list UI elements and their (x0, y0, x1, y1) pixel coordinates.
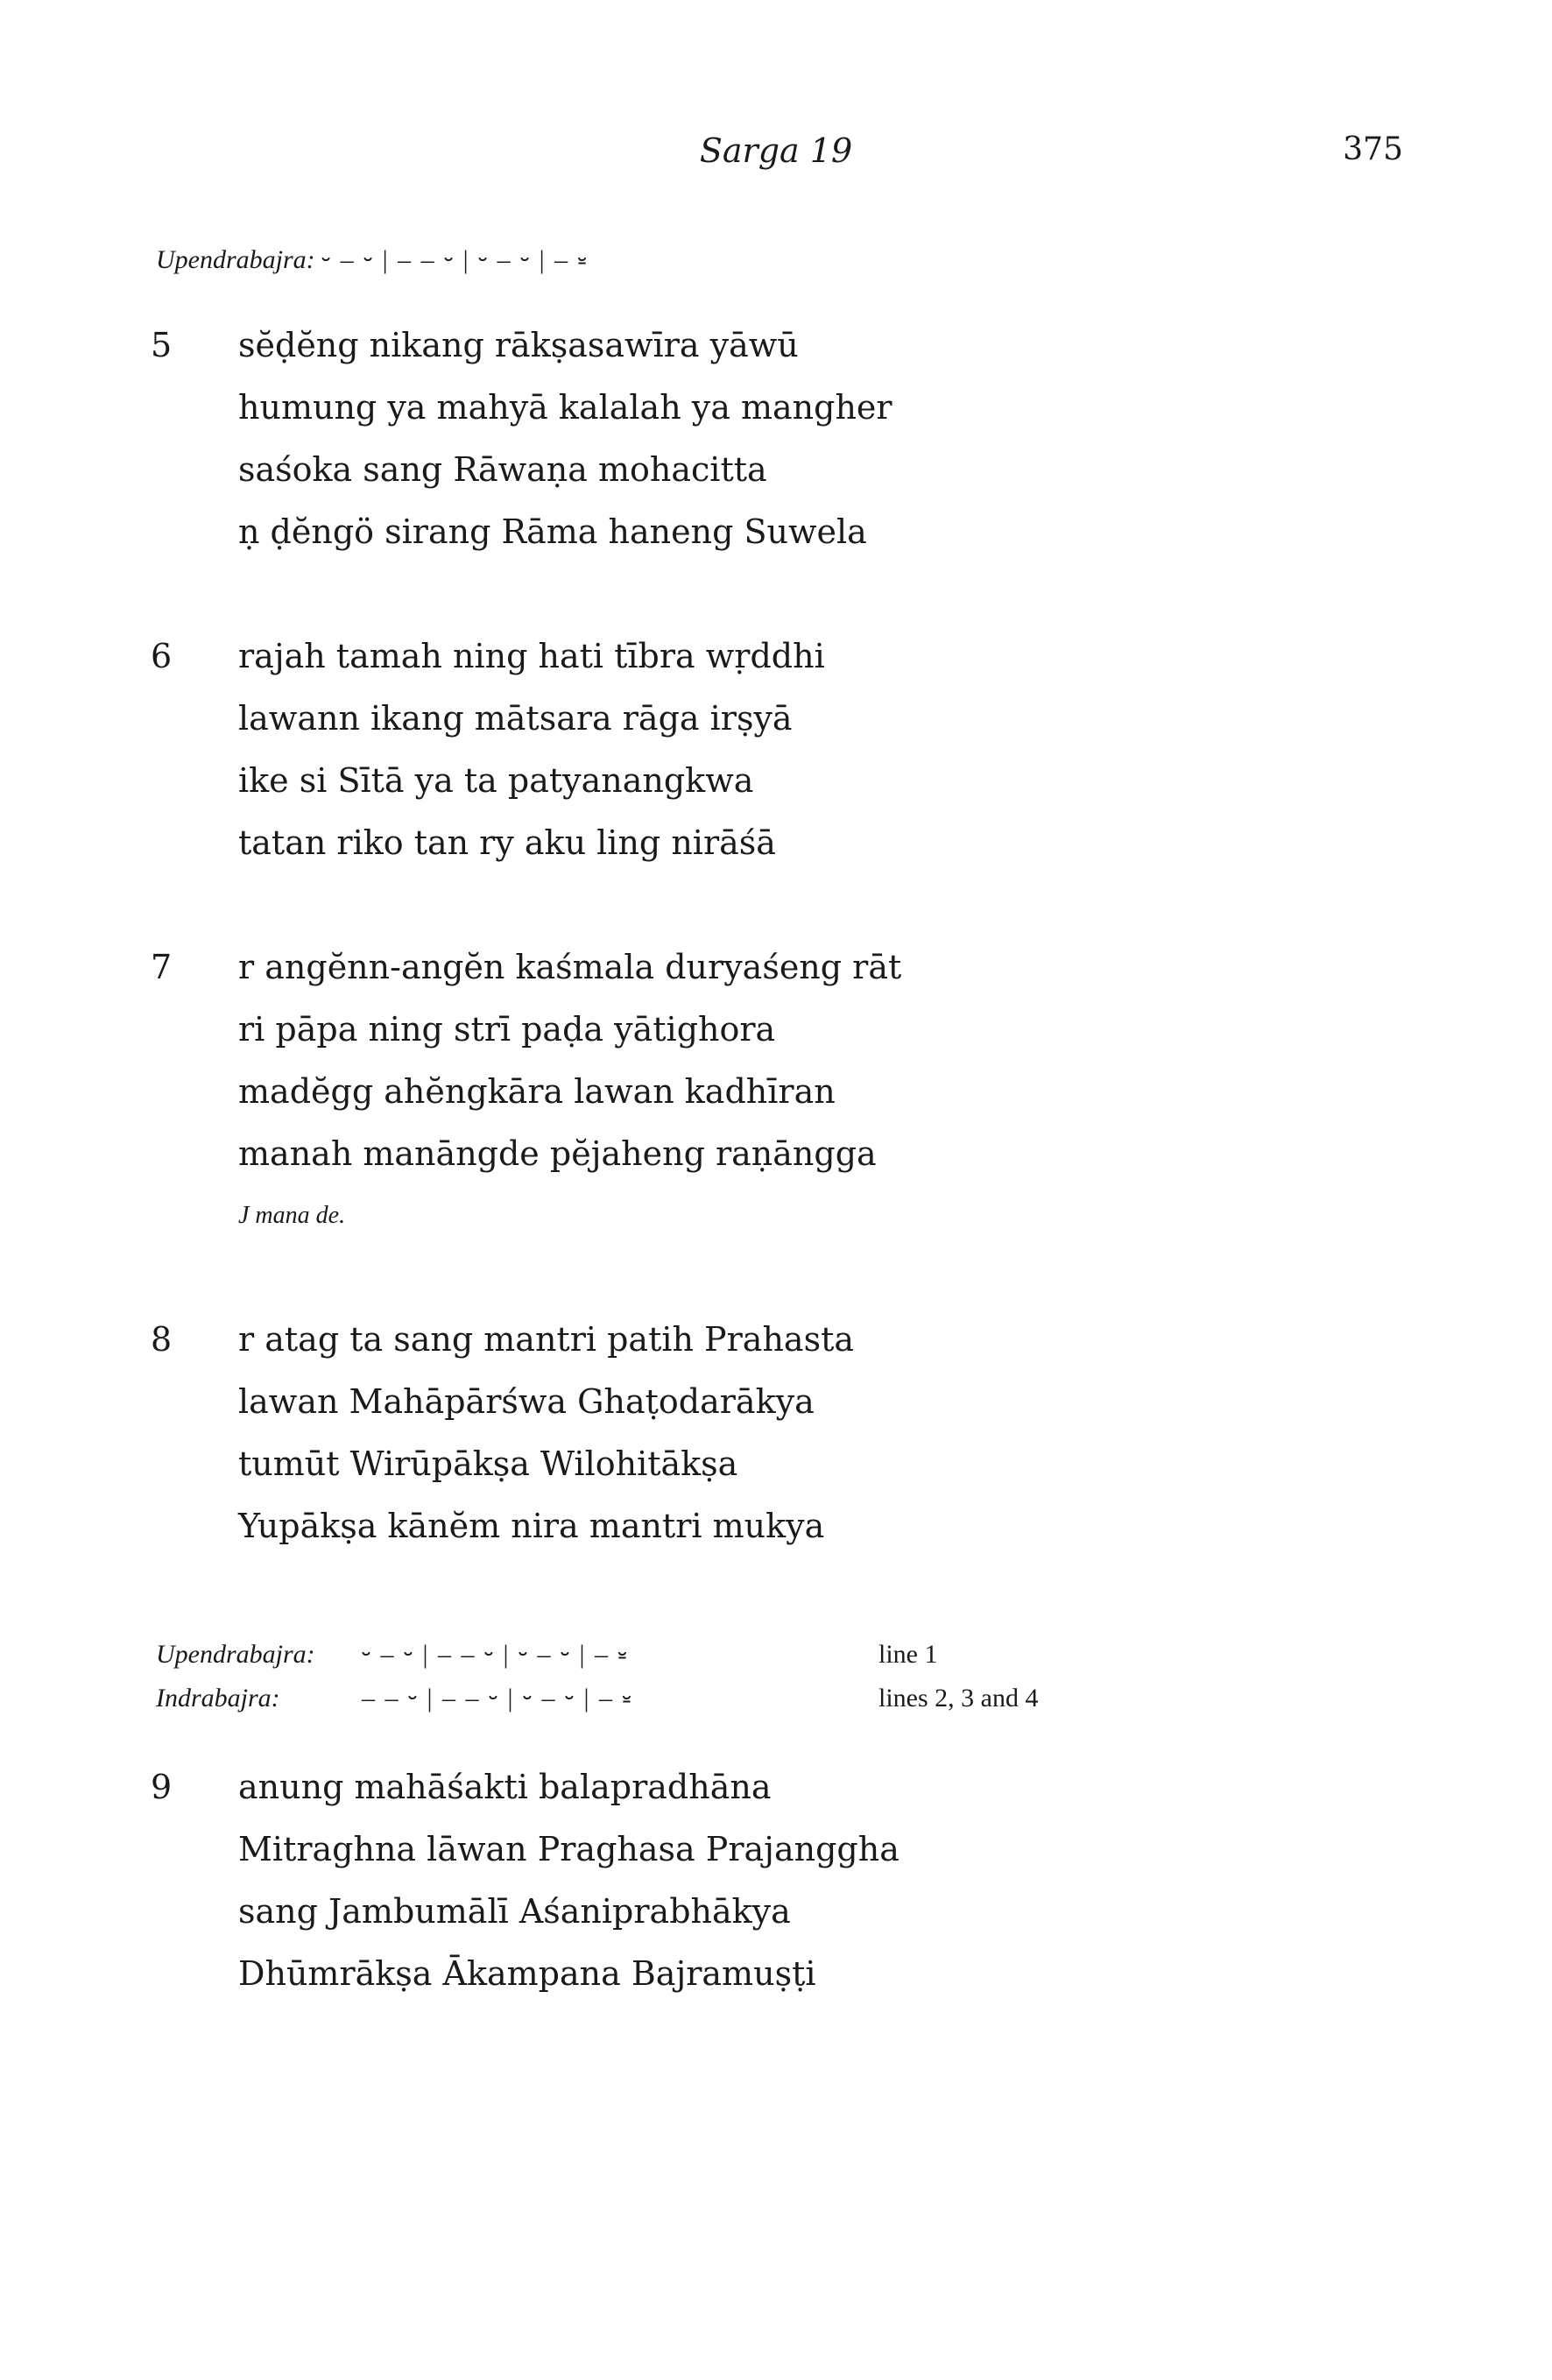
verse-line: humung ya mahyā kalalah ya mangher (238, 388, 892, 427)
meter-scheme: ⏑ – ⏑ | – – ⏑ | ⏑ – ⏑ | – ⏓ (362, 1640, 629, 1669)
meter-name: Upendrabajra: (156, 245, 315, 274)
verse-line: ri pāpa ning strī paḍa yātighora (238, 1010, 776, 1049)
verse-line: tatan riko tan ry aku ling nirāśā (238, 823, 776, 862)
stanza-number: 8 (151, 1320, 173, 1359)
verse-line: sang Jambumālī Aśaniprabhākya (238, 1892, 791, 1931)
verse-line: Yupākṣa kānĕm nira mantri mukya (238, 1507, 825, 1545)
verse-line: rajah tamah ning hati tībra wṛddhi (238, 637, 825, 675)
stanza-number: 7 (151, 948, 173, 986)
stanza-number: 5 (151, 326, 173, 364)
running-title: Sarga 19 (699, 131, 853, 170)
verse-line: r atag ta sang mantri patih Prahasta (238, 1320, 854, 1359)
verse-line: ike si Sītā ya ta patyanangkwa (238, 761, 754, 800)
footnote: J mana de. (238, 1202, 346, 1229)
meter-scheme: – – ⏑ | – – ⏑ | ⏑ – ⏑ | – ⏓ (362, 1684, 633, 1713)
verse-line: Dhūmrākṣa Ākampana Bajramuṣṭi (238, 1954, 816, 1993)
meter-lines: line 1 (878, 1640, 938, 1669)
page-number: 375 (1343, 131, 1403, 167)
meter-heading: Upendrabajra: ⏑ – ⏑ | – – ⏑ | ⏑ – ⏑ | – … (156, 245, 589, 275)
verse-line: sĕḍĕng nikang rākṣasawīra yāwū (238, 326, 799, 364)
verse-line: manah manāngde pĕjaheng raṇāngga (238, 1134, 877, 1173)
stanza-number: 6 (151, 637, 173, 675)
verse-line: Mitraghna lāwan Praghasa Prajanggha (238, 1830, 899, 1868)
verse-line: lawann ikang mātsara rāga irṣyā (238, 699, 793, 738)
verse-line: saśoka sang Rāwaṇa mohacitta (238, 450, 767, 489)
meter-name: Upendrabajra: (156, 1640, 315, 1669)
stanza-number: 9 (151, 1768, 173, 1806)
verse-line: anung mahāśakti balapradhāna (238, 1768, 772, 1806)
meter-scheme: ⏑ – ⏑ | – – ⏑ | ⏑ – ⏑ | – ⏓ (321, 245, 589, 274)
meter-lines: lines 2, 3 and 4 (878, 1684, 1039, 1713)
verse-line: r angĕnn-angĕn kaśmala duryaśeng rāt (238, 948, 902, 986)
meter-name: Indrabajra: (156, 1684, 280, 1713)
verse-line: lawan Mahāpārśwa Ghaṭodarākya (238, 1382, 815, 1421)
verse-line: madĕgg ahĕngkāra lawan kadhīran (238, 1072, 836, 1111)
verse-line: ṇ ḍĕngö sirang Rāma haneng Suwela (238, 512, 867, 551)
verse-line: tumūt Wirūpākṣa Wilohitākṣa (238, 1444, 738, 1483)
